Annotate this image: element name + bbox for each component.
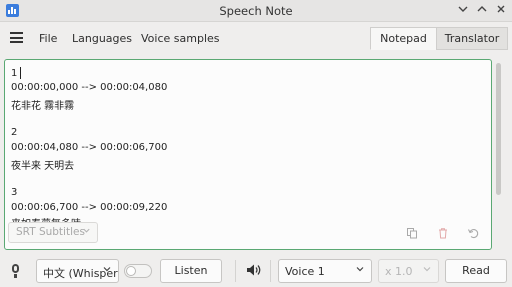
copy-icon[interactable] xyxy=(406,227,418,239)
text-line: 2 xyxy=(11,127,18,138)
vertical-scrollbar[interactable] xyxy=(496,63,501,195)
chevron-down-icon xyxy=(422,264,432,277)
text-line: 00:00:06,700 --> 00:00:09,220 xyxy=(11,202,168,213)
subtitle-format-label: SRT Subtitles xyxy=(16,226,85,238)
menu-voice-samples[interactable]: Voice samples xyxy=(141,32,220,45)
menu-file[interactable]: File xyxy=(39,32,57,45)
text-line: 00:00:04,080 --> 00:00:06,700 xyxy=(11,142,168,153)
microphone-stand-icon xyxy=(14,274,17,278)
hamburger-menu-icon[interactable] xyxy=(10,32,23,43)
subtitle-format-select[interactable]: SRT Subtitles xyxy=(8,222,98,243)
separator xyxy=(270,260,271,282)
text-caret xyxy=(20,67,21,79)
close-icon[interactable] xyxy=(493,3,509,19)
stt-model-select[interactable]: 中文 (Whisper xyxy=(36,259,119,283)
menu-languages[interactable]: Languages xyxy=(72,32,132,45)
chevron-down-icon xyxy=(102,264,112,277)
chevron-up-icon[interactable] xyxy=(474,3,490,19)
chevron-down-icon[interactable] xyxy=(455,3,471,19)
voice-label: Voice 1 xyxy=(285,265,325,278)
read-button[interactable]: Read xyxy=(445,259,507,283)
window-title: Speech Note xyxy=(219,4,293,18)
speech-speed-label: x 1.0 xyxy=(385,265,413,278)
text-line: 1 xyxy=(11,68,18,79)
title-bar: Speech Note xyxy=(0,0,512,22)
text-line: 00:00:00,000 --> 00:00:04,080 xyxy=(11,82,168,93)
listen-button[interactable]: Listen xyxy=(160,259,222,283)
speech-speed-select[interactable]: x 1.0 xyxy=(378,259,439,283)
text-line: 花非花 霧非霧 xyxy=(11,101,75,112)
text-line: 3 xyxy=(11,187,18,198)
undo-icon[interactable] xyxy=(467,227,479,239)
listen-mode-toggle[interactable] xyxy=(124,264,152,278)
menu-bar: File Languages Voice samples Notepad Tra… xyxy=(0,22,512,54)
tab-translator[interactable]: Translator xyxy=(436,27,508,50)
separator xyxy=(235,260,236,282)
chevron-down-icon xyxy=(355,264,365,277)
speaker-icon xyxy=(246,263,262,277)
delete-icon[interactable] xyxy=(437,227,449,239)
text-line: 夜半来 天明去 xyxy=(11,161,75,172)
microphone-icon xyxy=(12,264,19,273)
voice-select[interactable]: Voice 1 xyxy=(278,259,372,283)
tab-notepad[interactable]: Notepad xyxy=(370,27,437,50)
chevron-down-icon xyxy=(82,226,91,238)
